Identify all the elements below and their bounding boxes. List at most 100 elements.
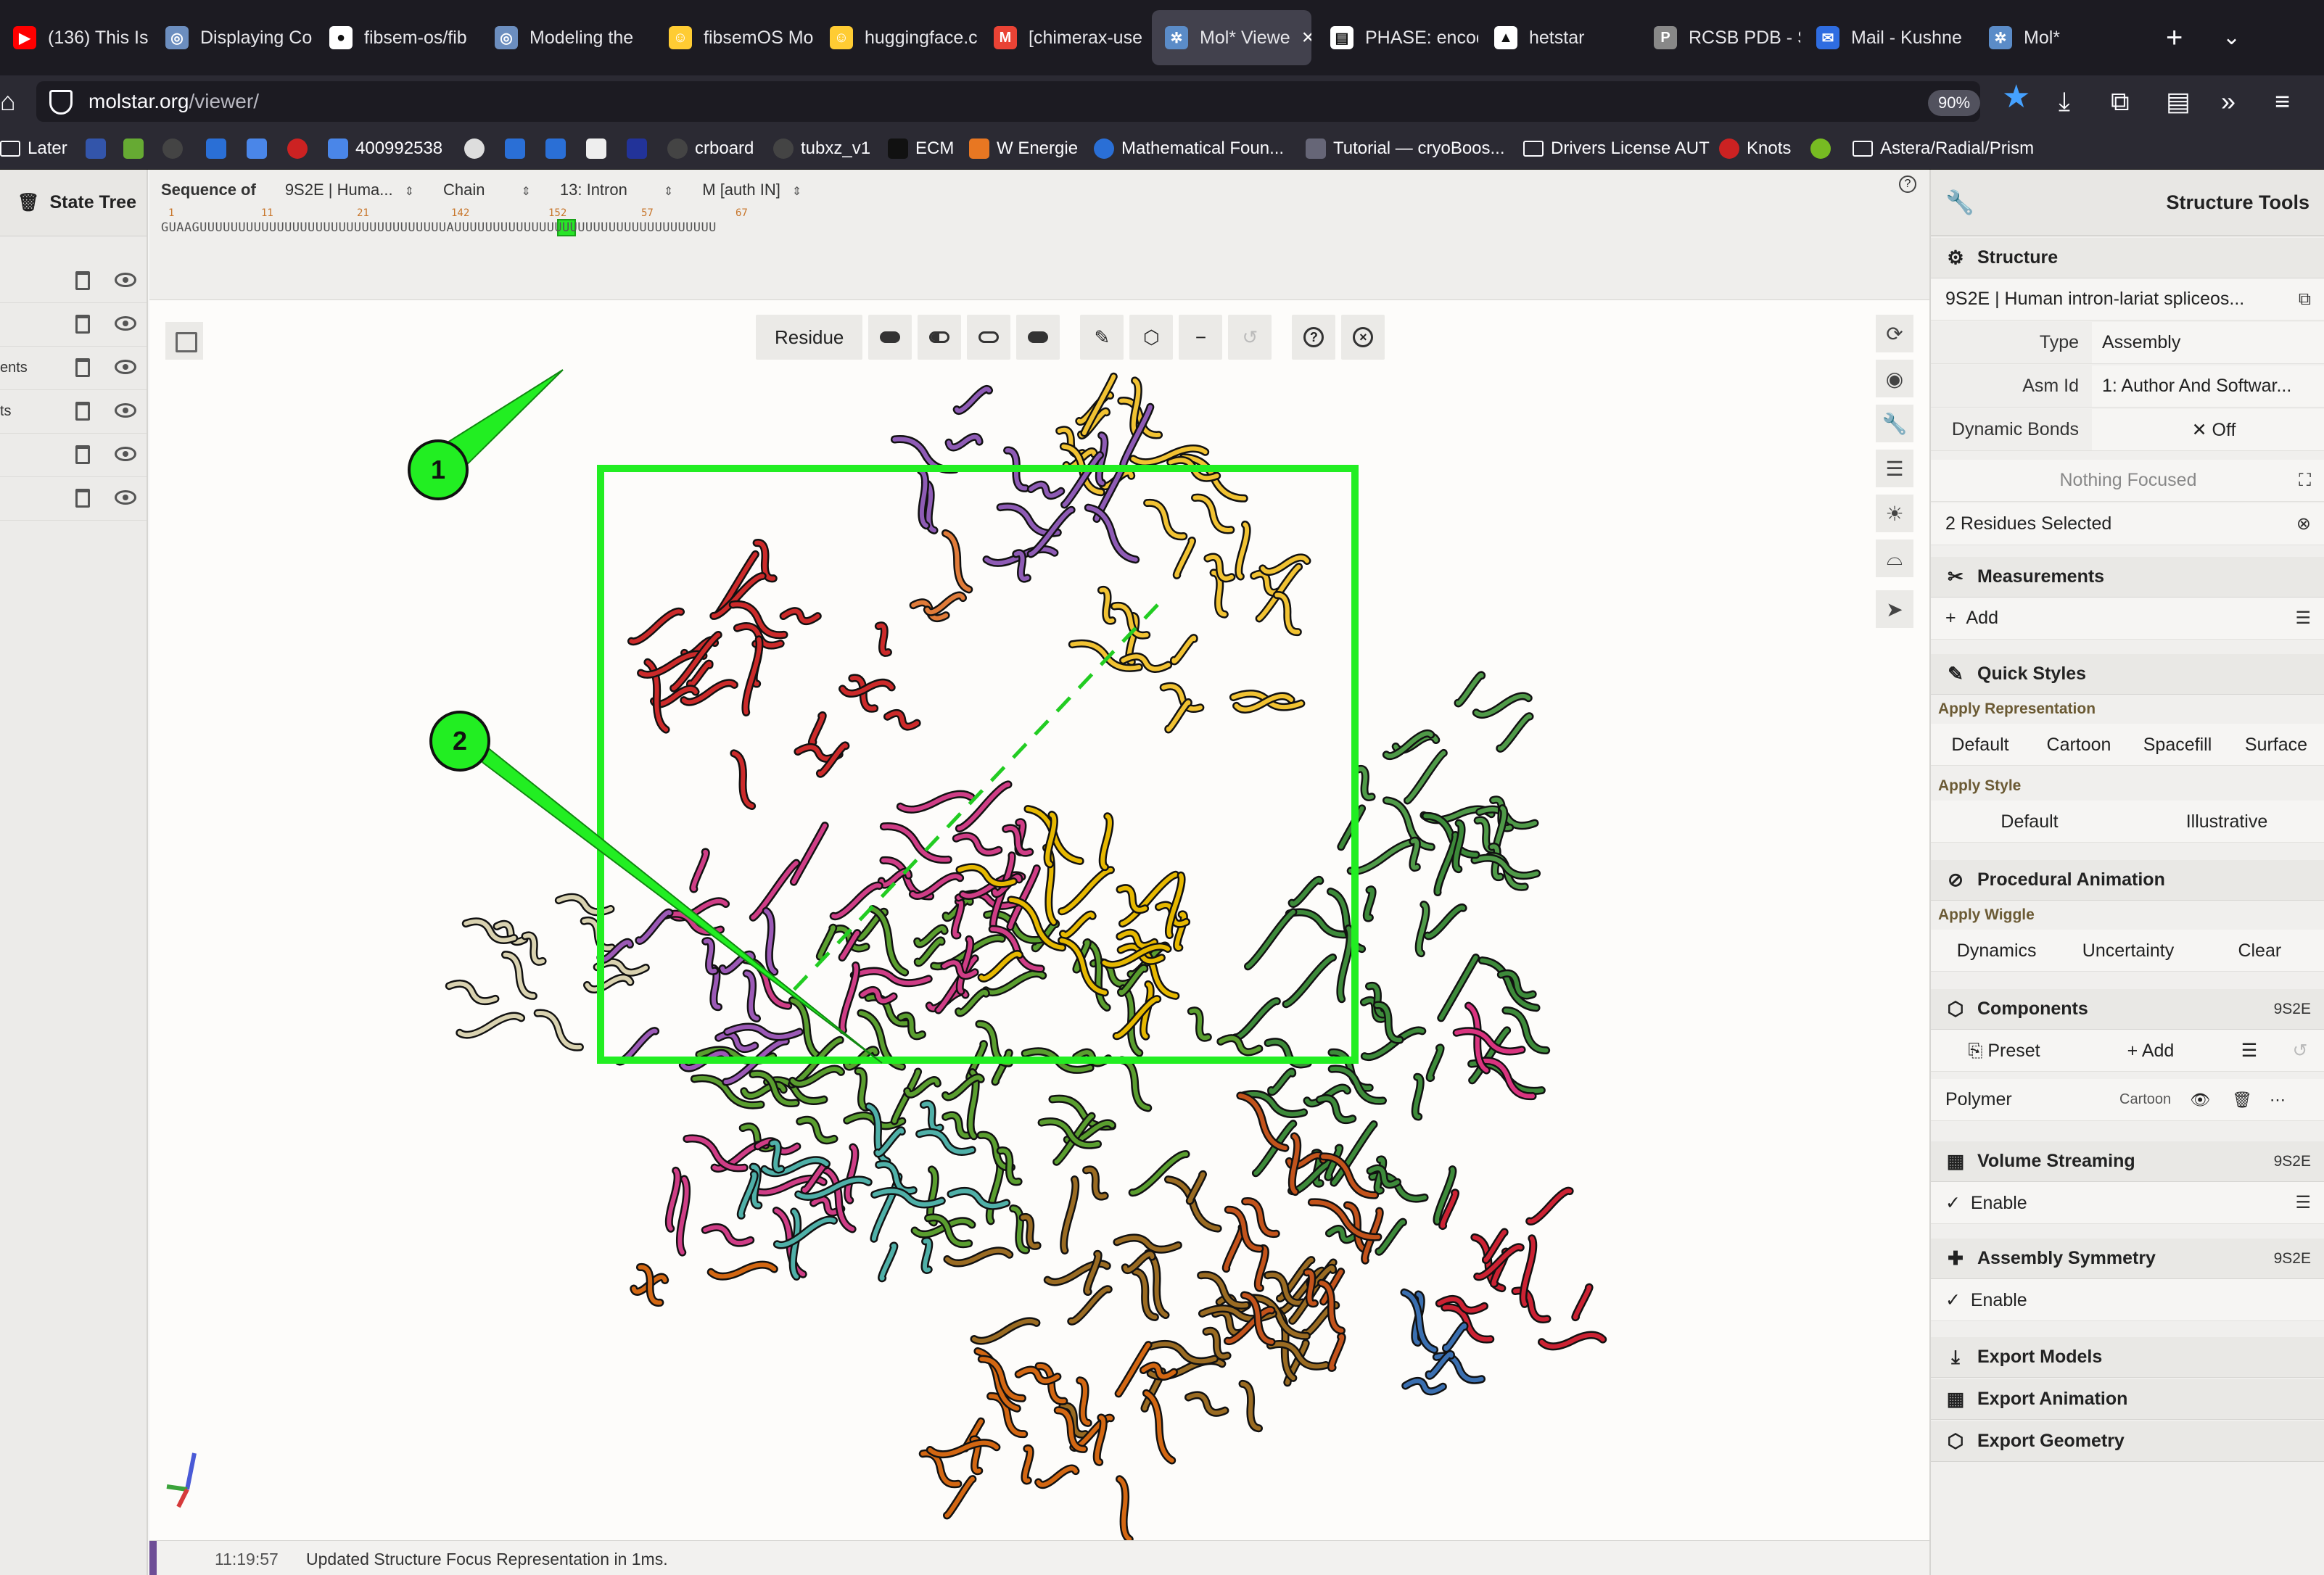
volume-enable-row[interactable]: ✓ Enable ☰: [1931, 1182, 2324, 1224]
state-tree-row[interactable]: [0, 477, 147, 521]
dynamic-bonds-toggle[interactable]: ✕ Off: [2092, 419, 2324, 441]
bookmark-400992538[interactable]: 400992538: [328, 135, 442, 162]
close-selection-icon[interactable]: ×: [1341, 315, 1385, 360]
help-icon[interactable]: ?: [1292, 315, 1336, 360]
entity-select[interactable]: 9S2E | Huma... ⇕: [285, 181, 414, 199]
history-icon[interactable]: ↺: [1228, 315, 1272, 360]
mode-select[interactable]: M [auth IN] ⇕: [702, 181, 802, 199]
menu-icon[interactable]: ≡: [2275, 84, 2290, 119]
selection-status[interactable]: 2 Residues Selected ⊗: [1931, 503, 2324, 545]
wiggle-uncertainty-button[interactable]: Uncertainty: [2062, 930, 2193, 971]
3d-viewport[interactable]: 1 2 Residue ✎ ⬡ − ↺ ? × ⟳ ◉ 🔧 ☰ ☀ ⌓ ➤: [149, 300, 1929, 1540]
repr-cartoon-button[interactable]: Cartoon: [2030, 724, 2128, 765]
home-icon[interactable]: ⌂: [0, 84, 16, 119]
measurements-add[interactable]: + Add ☰: [1931, 598, 2324, 640]
bookmark-star-icon[interactable]: ★: [2002, 78, 2030, 115]
browser-tab[interactable]: ◎ Modeling the: [482, 10, 653, 65]
sequence-text[interactable]: GUAAGUUUUUUUUUUUUUUUUUUUUUUUUUUUUUUUUAUU…: [161, 220, 717, 235]
zoom-indicator[interactable]: 90%: [1928, 90, 1980, 116]
state-tree-header[interactable]: 🗑 State Tree: [0, 170, 147, 236]
browser-tab[interactable]: ✲ Mol*: [1976, 10, 2135, 65]
download-icon[interactable]: ⤓: [2059, 84, 2070, 119]
structure-section-header[interactable]: ⚙ Structure: [1931, 238, 2324, 278]
minus-icon[interactable]: −: [1179, 315, 1223, 360]
browser-tab[interactable]: ◎ Displaying Co: [152, 10, 313, 65]
style-default-button[interactable]: Default: [1931, 801, 2128, 842]
polymer-component-row[interactable]: Polymer Cartoon 👁 🗑 ⋯: [1931, 1079, 2324, 1121]
bookmark-icon-b[interactable]: [123, 135, 144, 162]
wrench-icon[interactable]: 🔧: [1876, 405, 1913, 442]
volume-streaming-section-header[interactable]: ▦ Volume Streaming 9S2E: [1931, 1141, 2324, 1182]
bookmark-icon-g[interactable]: [627, 135, 647, 162]
vr-icon[interactable]: ⌓: [1876, 540, 1913, 577]
cursor-icon[interactable]: ➤: [1876, 590, 1913, 628]
bookmark-knots[interactable]: Knots: [1719, 135, 1791, 162]
bookmark-drivers-license[interactable]: Drivers License AUT: [1523, 135, 1710, 162]
bookmark-mathematical[interactable]: Mathematical Foun...: [1094, 135, 1284, 162]
select-half-icon[interactable]: [918, 315, 962, 360]
intersect-icon[interactable]: [1016, 315, 1060, 360]
focus-status[interactable]: Nothing Focused ⛶: [1931, 460, 2324, 502]
state-tree-row[interactable]: [0, 260, 147, 303]
brush-icon[interactable]: ✎: [1080, 315, 1124, 360]
state-tree-row[interactable]: [0, 303, 147, 347]
bookmark-github-icon[interactable]: [162, 135, 183, 162]
bookmark-icon-f[interactable]: [586, 135, 606, 162]
browser-tab[interactable]: ▶ (136) This Is F: [0, 10, 149, 65]
select-all-icon[interactable]: [868, 315, 912, 360]
type-select[interactable]: Assembly: [2092, 332, 2324, 353]
component-history-icon[interactable]: ↺: [2275, 1030, 2324, 1071]
new-tab-button[interactable]: +: [2166, 16, 2183, 59]
delete-icon[interactable]: [75, 402, 90, 421]
reset-camera-icon[interactable]: ⟳: [1876, 315, 1913, 352]
delete-icon[interactable]: [75, 358, 90, 377]
copy-icon[interactable]: ⧉: [2299, 289, 2311, 310]
browser-tab[interactable]: ✉ Mail - Kushne: [1803, 10, 1973, 65]
delete-icon[interactable]: 🗑: [2232, 1091, 2252, 1109]
tab-list-chevron-icon[interactable]: ⌄: [2222, 16, 2241, 59]
repr-default-button[interactable]: Default: [1931, 724, 2030, 765]
bookmark-tubxz[interactable]: tubxz_v1: [773, 135, 870, 162]
delete-icon[interactable]: [75, 445, 90, 464]
extensions-icon[interactable]: ⧉: [2111, 84, 2130, 119]
state-tree-row[interactable]: [0, 434, 147, 477]
browser-tab[interactable]: P RCSB PDB - S: [1641, 10, 1800, 65]
options-sliders-icon[interactable]: ☰: [2295, 1192, 2311, 1213]
options-sliders-icon[interactable]: ☰: [2295, 608, 2311, 629]
bookmark-translate-icon[interactable]: [247, 135, 267, 162]
browser-tab[interactable]: ☺ huggingface.c: [817, 10, 978, 65]
assembly-symmetry-section-header[interactable]: ✚ Assembly Symmetry 9S2E: [1931, 1239, 2324, 1279]
focus-icon[interactable]: ⛶: [2299, 471, 2311, 491]
address-bar[interactable]: molstar.org/viewer/ 90%: [36, 81, 1980, 122]
lighting-icon[interactable]: ☀: [1876, 495, 1913, 532]
bookmark-crboard[interactable]: crboard: [667, 135, 754, 162]
quick-styles-section-header[interactable]: ✎ Quick Styles: [1931, 654, 2324, 695]
delete-icon[interactable]: [75, 315, 90, 334]
export-animation-button[interactable]: ▦ Export Animation: [1931, 1379, 2324, 1420]
bookmark-icon-e[interactable]: [545, 135, 566, 162]
browser-tab[interactable]: ▲ hetstar: [1481, 10, 1638, 65]
structure-select[interactable]: 9S2E | Human intron-lariat spliceos... ⧉: [1931, 278, 2324, 321]
visibility-eye-icon[interactable]: [115, 447, 136, 461]
selection-mode-residue-button[interactable]: Residue: [756, 315, 863, 360]
bookmark-later[interactable]: Later: [0, 135, 67, 162]
visibility-eye-icon[interactable]: [115, 403, 136, 418]
repr-spacefill-button[interactable]: Spacefill: [2128, 724, 2227, 765]
visibility-eye-icon[interactable]: [115, 316, 136, 331]
wiggle-dynamics-button[interactable]: Dynamics: [1931, 930, 2062, 971]
components-section-header[interactable]: ⬡ Components 9S2E: [1931, 989, 2324, 1030]
help-icon[interactable]: ?: [1899, 175, 1916, 193]
bookmark-icon-d[interactable]: [505, 135, 525, 162]
browser-tab[interactable]: ☺ fibsemOS Mo: [656, 10, 814, 65]
chain-label-select[interactable]: Chain ⇕: [443, 181, 531, 199]
export-geometry-button[interactable]: ⬡ Export Geometry: [1931, 1421, 2324, 1462]
bookmark-w-energie[interactable]: W Energie: [969, 135, 1078, 162]
bookmark-astera[interactable]: Astera/Radial/Prism: [1853, 135, 2034, 162]
polymer-repr-label[interactable]: Cartoon: [2119, 1091, 2171, 1108]
tab-close-icon[interactable]: ×: [1302, 25, 1311, 50]
clear-selection-icon[interactable]: ⊗: [2296, 513, 2311, 534]
state-tree-row[interactable]: ts: [0, 390, 147, 434]
style-illustrative-button[interactable]: Illustrative: [2128, 801, 2324, 842]
deselect-icon[interactable]: [967, 315, 1011, 360]
bookmark-icon-h[interactable]: [1810, 135, 1831, 162]
